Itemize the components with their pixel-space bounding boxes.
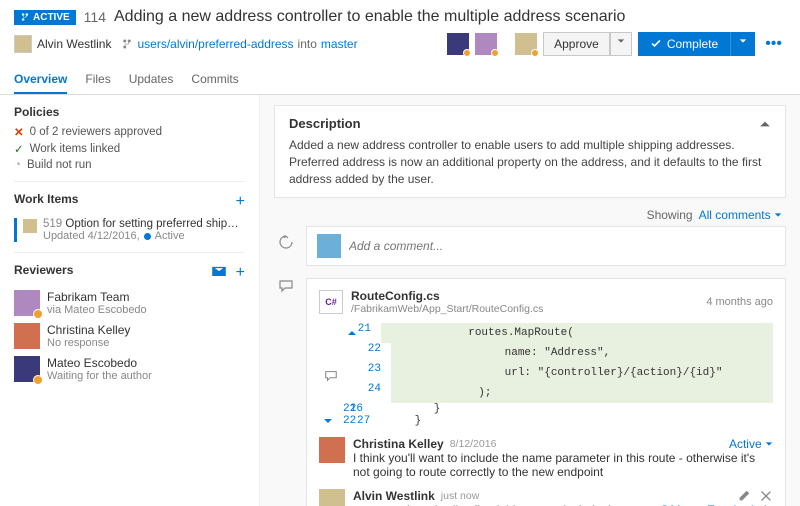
- comment-input[interactable]: [349, 239, 775, 253]
- tab-commits[interactable]: Commits: [191, 66, 238, 94]
- file-name[interactable]: RouteConfig.cs: [351, 289, 698, 303]
- branch-info: users/alvin/preferred-address into maste…: [121, 37, 357, 51]
- add-reviewer-button[interactable]: +: [236, 264, 245, 282]
- add-comment-box[interactable]: [306, 226, 786, 266]
- avatar: [14, 356, 40, 382]
- update-icon[interactable]: [278, 234, 294, 250]
- tab-updates[interactable]: Updates: [129, 66, 174, 94]
- policy-reviewers: ✕0 of 2 reviewers approved: [14, 125, 245, 139]
- check-icon: [650, 38, 662, 50]
- pr-title: Adding a new address controller to enabl…: [114, 8, 625, 26]
- csharp-file-icon: C#: [319, 290, 343, 314]
- description-body: Added a new address controller to enable…: [289, 137, 771, 187]
- branch-icon: [20, 12, 30, 22]
- comment-row: Christina Kelley 8/12/2016 Active I thin…: [319, 437, 773, 479]
- reviewer-row[interactable]: Christina KelleyNo response: [14, 323, 245, 349]
- approve-button[interactable]: Approve: [543, 32, 632, 56]
- workitems-heading: Work Items: [14, 192, 78, 206]
- comment-author: Alvin Westlink: [353, 489, 435, 503]
- tab-overview[interactable]: Overview: [14, 66, 67, 94]
- comment-body: I think you'll want to include the name …: [353, 451, 773, 479]
- reviewer-row[interactable]: Mateo EscobedoWaiting for the author: [14, 356, 245, 382]
- workitem-row[interactable]: 519 Option for setting preferred shippin…: [14, 218, 245, 242]
- code-snippet: 21 routes.MapRoute( 22 name: "Address", …: [319, 323, 773, 427]
- avatar: [14, 35, 32, 53]
- file-path: /FabrikamWeb/App_Start/RouteConfig.cs: [351, 303, 698, 315]
- my-avatar[interactable]: [515, 33, 537, 55]
- reviewer-row[interactable]: Fabrikam Teamvia Mateo Escobedo: [14, 290, 245, 316]
- avatar: [319, 437, 345, 463]
- collapse-button[interactable]: [759, 118, 771, 130]
- author-chip[interactable]: Alvin Westlink: [14, 35, 111, 53]
- pr-id: 114: [84, 9, 106, 25]
- file-timestamp: 4 months ago: [706, 296, 773, 308]
- avatar: [14, 290, 40, 316]
- comment-status-dropdown[interactable]: Active: [729, 437, 773, 451]
- edit-icon[interactable]: [737, 489, 751, 503]
- comment-thread-icon[interactable]: [278, 278, 294, 294]
- target-branch-link[interactable]: master: [321, 37, 358, 51]
- more-actions-button[interactable]: •••: [761, 35, 786, 53]
- comment-icon[interactable]: [324, 369, 338, 383]
- chevron-down-icon[interactable]: [610, 32, 632, 56]
- tab-files[interactable]: Files: [85, 66, 110, 94]
- reviewer-avatar[interactable]: [447, 33, 469, 55]
- policies-heading: Policies: [14, 105, 245, 119]
- avatar: [319, 489, 345, 506]
- complete-button[interactable]: Complete: [638, 32, 755, 56]
- chevron-down-icon[interactable]: [730, 32, 755, 56]
- mail-icon[interactable]: [212, 264, 226, 282]
- avatar: [14, 323, 40, 349]
- reviewer-avatar[interactable]: [475, 33, 497, 55]
- source-branch-link[interactable]: users/alvin/preferred-address: [137, 37, 293, 51]
- reviewers-heading: Reviewers: [14, 263, 73, 277]
- expand-up-icon[interactable]: [343, 323, 357, 343]
- policy-workitems: ✓Work items linked: [14, 142, 245, 156]
- avatar: [317, 234, 341, 258]
- branch-icon: [121, 38, 133, 50]
- add-workitem-button[interactable]: +: [236, 193, 245, 211]
- clock-icon: ◔: [14, 159, 21, 171]
- status-badge: ACTIVE: [14, 10, 76, 25]
- comment-filter-link[interactable]: All comments: [699, 208, 782, 222]
- check-icon: ✓: [14, 142, 24, 156]
- expand-down-icon[interactable]: 22: [319, 415, 356, 427]
- x-icon: ✕: [14, 125, 24, 139]
- delete-icon[interactable]: [759, 489, 773, 503]
- comment-row: Alvin Westlink just now wow, good catch …: [319, 489, 773, 506]
- comment-author: Christina Kelley: [353, 437, 444, 451]
- avatar: [23, 219, 37, 233]
- policy-build: ◔Build not run: [14, 159, 245, 171]
- comment-filter: Showing All comments: [260, 208, 800, 226]
- description-heading: Description: [289, 116, 361, 131]
- comment-date: 8/12/2016: [450, 438, 497, 450]
